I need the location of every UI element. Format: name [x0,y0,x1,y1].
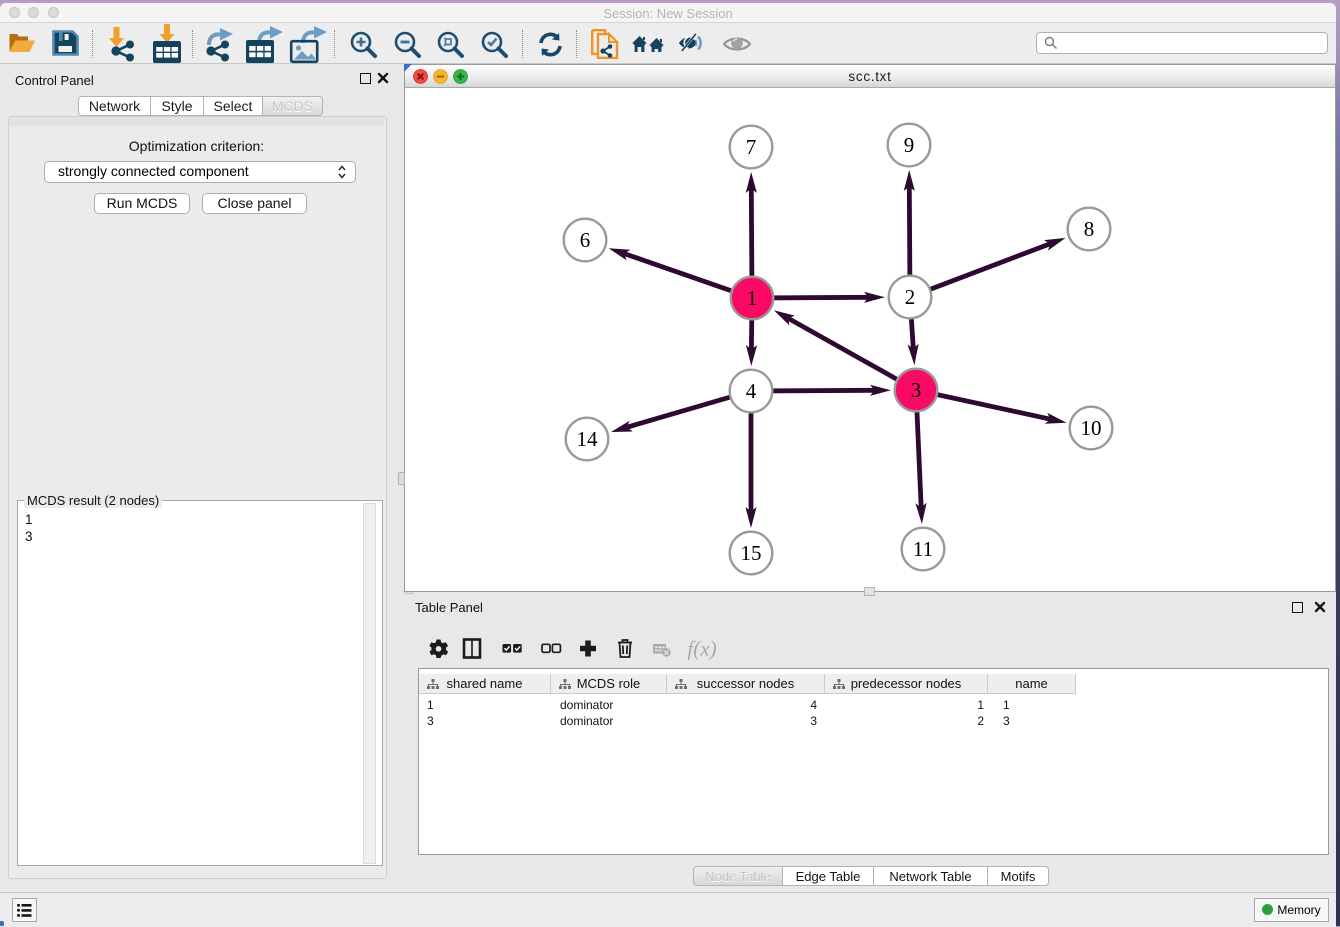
svg-text:14: 14 [577,427,599,451]
svg-text:9: 9 [904,133,915,157]
svg-text:15: 15 [741,541,762,565]
svg-text:1: 1 [747,286,758,310]
svg-text:3: 3 [911,378,922,402]
svg-text:8: 8 [1084,217,1095,241]
svg-text:4: 4 [746,379,757,403]
svg-text:11: 11 [913,537,933,561]
svg-text:f(x): f(x) [687,637,716,661]
svg-text:7: 7 [746,135,757,159]
svg-text:2: 2 [905,285,916,309]
svg-text:10: 10 [1081,416,1102,440]
svg-text:6: 6 [580,228,591,252]
